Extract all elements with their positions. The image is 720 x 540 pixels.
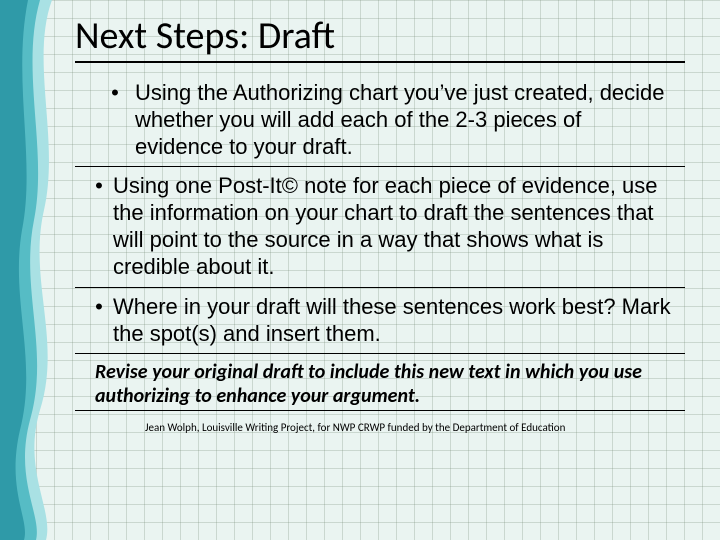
bullet-item: • Using one Post-It© note for each piece… [75, 167, 685, 287]
footer-credit: Jean Wolph, Louisville Writing Project, … [75, 411, 685, 434]
slide: Next Steps: Draft • Using the Authorizin… [0, 0, 720, 540]
bullet-text: Using the Authorizing chart you’ve just … [135, 80, 681, 160]
bullet-text: Using one Post-It© note for each piece o… [113, 173, 681, 280]
slide-body: • Using the Authorizing chart you’ve jus… [75, 74, 685, 434]
bullet-text: Where in your draft will these sentences… [113, 294, 681, 348]
bullet-marker: • [79, 294, 113, 348]
bullet-marker: • [79, 173, 113, 280]
slide-title: Next Steps: Draft [75, 5, 685, 63]
revise-callout: Revise your original draft to include th… [75, 354, 685, 411]
bullet-item: • Where in your draft will these sentenc… [75, 288, 685, 355]
wave-decoration [0, 0, 72, 540]
bullet-item: • Using the Authorizing chart you’ve jus… [75, 74, 685, 167]
bullet-marker: • [79, 80, 135, 160]
